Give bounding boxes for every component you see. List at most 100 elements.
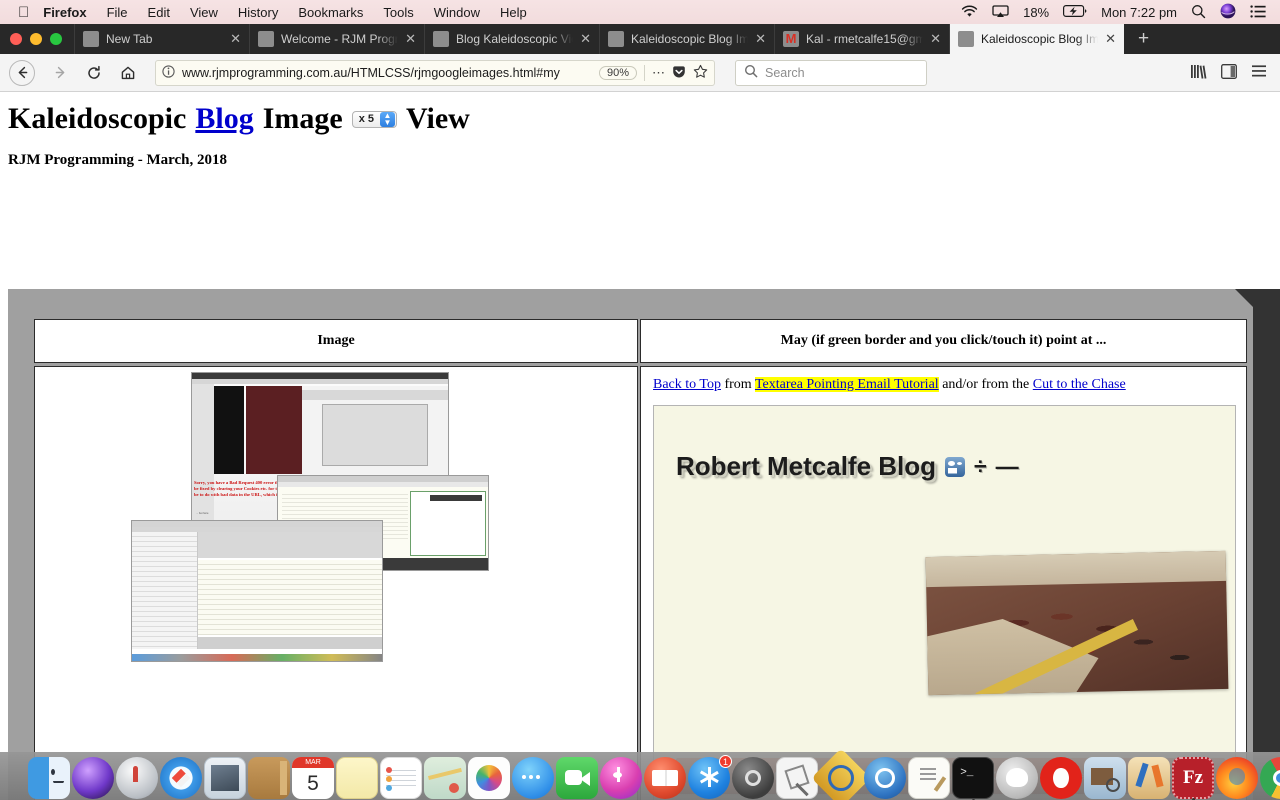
blog-link-line: Back to Top from Textarea Pointing Email… xyxy=(641,367,1246,393)
menu-item-file[interactable]: File xyxy=(107,5,128,20)
preview-icon[interactable] xyxy=(776,757,818,799)
page-info-icon[interactable] xyxy=(162,65,175,80)
airplay-icon[interactable] xyxy=(992,4,1009,20)
blog-title: Robert Metcalfe Blog ÷ — xyxy=(676,451,1235,482)
close-tab-button[interactable]: ✕ xyxy=(580,31,591,47)
minus-symbol[interactable]: — xyxy=(996,453,1019,480)
zoom-level-badge[interactable]: 90% xyxy=(598,65,637,80)
tab-label: New Tab xyxy=(106,32,153,46)
menu-item-view[interactable]: View xyxy=(190,5,218,20)
apple-icon[interactable]:  xyxy=(18,5,29,20)
filezilla-icon[interactable]: Fz xyxy=(1172,757,1214,800)
messages-icon[interactable] xyxy=(512,757,554,799)
image-icon xyxy=(433,31,449,47)
star-icon[interactable] xyxy=(693,64,708,81)
pocket-icon[interactable] xyxy=(672,65,686,81)
tab-label: Kaleidoscopic Blog Ima xyxy=(631,32,749,46)
chrome-icon[interactable] xyxy=(1260,757,1280,799)
facetime-icon[interactable] xyxy=(556,757,598,799)
minimize-window-button[interactable] xyxy=(30,33,42,45)
textarea-pointing-email-tutorial-link[interactable]: Textarea Pointing Email Tutorial xyxy=(754,377,939,392)
itunes-icon[interactable] xyxy=(600,757,642,799)
textwrangler-icon[interactable] xyxy=(811,748,871,800)
library-icon[interactable] xyxy=(1190,64,1207,82)
contacts-icon[interactable] xyxy=(248,757,290,799)
battery-percent-label: 18% xyxy=(1023,4,1050,20)
divide-symbol[interactable]: ÷ xyxy=(974,453,987,480)
menu-item-edit[interactable]: Edit xyxy=(148,5,170,20)
blog-link[interactable]: Blog xyxy=(195,102,253,136)
cut-to-the-chase-link[interactable]: Cut to the Chase xyxy=(1033,377,1126,392)
browser-tab-6-active[interactable]: Kaleidoscopic Blog Ima ✕ xyxy=(949,24,1124,54)
maximize-window-button[interactable] xyxy=(50,33,62,45)
browser-tab-4[interactable]: Kaleidoscopic Blog Ima ✕ xyxy=(599,24,774,54)
battery-charging-icon[interactable] xyxy=(1063,5,1087,19)
notification-center-icon[interactable] xyxy=(1250,4,1266,20)
collage-cell: Sorry, you have a Bad Request 400 error … xyxy=(34,366,638,800)
system-preferences-icon[interactable] xyxy=(732,757,774,799)
finder-icon[interactable] xyxy=(28,757,70,799)
close-tab-button[interactable]: ✕ xyxy=(1105,31,1116,47)
close-window-button[interactable] xyxy=(10,33,22,45)
reload-icon[interactable] xyxy=(79,58,109,88)
notes-icon[interactable] xyxy=(336,757,378,799)
kaleidoscopic-collage-image[interactable]: Sorry, you have a Bad Request 400 error … xyxy=(131,372,551,662)
spotlight-search-icon[interactable] xyxy=(1191,4,1206,21)
search-placeholder: Search xyxy=(765,65,805,80)
tannery-photo[interactable] xyxy=(925,550,1229,696)
ibooks-icon[interactable] xyxy=(644,757,686,799)
quicktime-icon[interactable] xyxy=(864,757,906,799)
illustrator-icon[interactable] xyxy=(1128,757,1170,799)
photos-icon[interactable] xyxy=(468,757,510,799)
close-tab-button[interactable]: ✕ xyxy=(230,31,241,47)
window-traffic-lights xyxy=(0,24,74,54)
navigation-toolbar: www.rjmprogramming.com.au/HTMLCSS/rjmgoo… xyxy=(0,54,1280,92)
browser-tab-1[interactable]: New Tab ✕ xyxy=(74,24,249,54)
reminders-icon[interactable] xyxy=(380,757,422,799)
image-capture-icon[interactable] xyxy=(1084,757,1126,799)
calendar-icon[interactable]: MAR 5 xyxy=(292,757,334,799)
maps-icon[interactable] xyxy=(424,757,466,799)
menu-bar-clock[interactable]: Mon 7:22 pm xyxy=(1101,5,1177,20)
sidebar-icon[interactable] xyxy=(1221,63,1237,82)
browser-tab-2[interactable]: Welcome - RJM Progra ✕ xyxy=(249,24,424,54)
safari-icon[interactable] xyxy=(160,757,202,799)
wifi-icon[interactable] xyxy=(961,4,978,20)
page-title: Kaleidoscopic Blog Image x 5 ▲ ▼ View xyxy=(8,102,1280,136)
forward-arrow-icon[interactable] xyxy=(45,58,75,88)
back-to-top-link[interactable]: Back to Top xyxy=(653,377,721,392)
table-header-row: Image May (if green border and you click… xyxy=(34,319,1247,363)
back-arrow-icon[interactable] xyxy=(9,59,35,86)
siri-icon[interactable] xyxy=(72,757,114,799)
mamp-icon[interactable] xyxy=(996,757,1038,799)
search-input[interactable]: Search xyxy=(735,59,927,86)
url-address-bar[interactable]: www.rjmprogramming.com.au/HTMLCSS/rjmgoo… xyxy=(155,59,715,86)
app-store-icon[interactable]: 1 xyxy=(688,755,732,799)
textedit-icon[interactable] xyxy=(908,757,950,799)
new-tab-button[interactable]: + xyxy=(1124,24,1163,54)
table-header-image-label: Image xyxy=(317,333,355,348)
terminal-icon[interactable]: >_ xyxy=(952,757,994,800)
hamburger-menu-icon[interactable] xyxy=(1251,64,1267,81)
opera-icon[interactable] xyxy=(1040,757,1082,799)
menu-item-tools[interactable]: Tools xyxy=(383,5,413,20)
siri-icon[interactable] xyxy=(1220,3,1236,21)
menu-item-bookmarks[interactable]: Bookmarks xyxy=(298,5,363,20)
menu-item-history[interactable]: History xyxy=(238,5,278,20)
blog-iframe[interactable]: Robert Metcalfe Blog ÷ — xyxy=(653,405,1236,800)
home-icon[interactable] xyxy=(113,58,143,88)
firefox-icon xyxy=(83,31,99,47)
browser-tab-3[interactable]: Blog Kaleidoscopic Vie ✕ xyxy=(424,24,599,54)
menu-item-firefox[interactable]: Firefox xyxy=(43,5,86,20)
launchpad-icon[interactable] xyxy=(116,757,158,799)
close-tab-button[interactable]: ✕ xyxy=(930,31,941,47)
browser-tab-5[interactable]: Kal - rmetcalfe15@gma ✕ xyxy=(774,24,949,54)
close-tab-button[interactable]: ✕ xyxy=(405,31,416,47)
ellipsis-icon[interactable]: ⋯ xyxy=(652,65,665,81)
firefox-icon[interactable] xyxy=(1216,757,1258,799)
close-tab-button[interactable]: ✕ xyxy=(755,31,766,47)
menu-item-help[interactable]: Help xyxy=(500,5,527,20)
mail-icon[interactable] xyxy=(204,757,246,799)
multiplier-select[interactable]: x 5 ▲ ▼ xyxy=(351,110,397,128)
menu-item-window[interactable]: Window xyxy=(434,5,480,20)
